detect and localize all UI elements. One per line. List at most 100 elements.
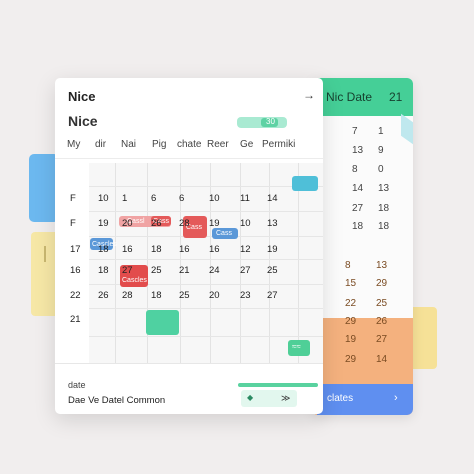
day-cell[interactable]: 18	[98, 244, 109, 255]
weekday-header: dir	[95, 139, 107, 150]
side-day-cell[interactable]: 22	[345, 298, 356, 309]
side-day-cell[interactable]: 18	[352, 221, 363, 232]
day-cell[interactable]: 25	[179, 290, 190, 301]
day-cell[interactable]: 19	[98, 218, 109, 229]
side-day-cell[interactable]: 18	[378, 203, 389, 214]
day-cell[interactable]: 1	[122, 193, 127, 204]
day-cell[interactable]: 16	[209, 244, 220, 255]
calendar-event-label: Cass	[216, 230, 232, 237]
calendar-event[interactable]	[146, 310, 179, 335]
calendar-window: Nice → Nice 30 My dir Nai Pig chate Reer Ge Per…	[55, 78, 323, 414]
side-day-cell[interactable]: 19	[345, 334, 356, 345]
day-cell[interactable]: 22	[70, 290, 81, 301]
side-day-cell[interactable]: 0	[378, 164, 384, 175]
footer-divider	[55, 363, 323, 364]
side-day-cell[interactable]: 27	[376, 334, 387, 345]
view-toggle-label: 30	[266, 117, 275, 126]
day-cell[interactable]: 12	[240, 244, 251, 255]
day-cell[interactable]: 10	[98, 193, 109, 204]
day-cell[interactable]: 20	[122, 218, 133, 229]
day-cell[interactable]: 27	[267, 290, 278, 301]
month-title: Nice	[68, 113, 98, 129]
side-day-cell[interactable]: 25	[376, 298, 387, 309]
side-day-cell[interactable]: 29	[345, 316, 356, 327]
side-day-cell[interactable]: 29	[376, 278, 387, 289]
weekday-divider	[55, 158, 323, 159]
side-panel-header: Nic Date 21	[312, 78, 413, 116]
side-panel-number: 21	[389, 90, 403, 104]
side-day-cell[interactable]: 8	[345, 260, 351, 271]
calendar-event[interactable]	[292, 176, 318, 191]
side-day-cell[interactable]: 27	[352, 203, 363, 214]
side-day-cell[interactable]: 9	[378, 145, 384, 156]
weekday-header: Ge	[240, 139, 254, 150]
side-day-cell[interactable]: 13	[378, 183, 389, 194]
day-cell[interactable]: 19	[267, 244, 278, 255]
day-cell[interactable]: 27	[122, 265, 133, 276]
day-cell[interactable]: 16	[70, 265, 81, 276]
weekday-header: Pig	[152, 139, 167, 150]
day-cell[interactable]: 18	[98, 265, 109, 276]
day-cell[interactable]: 16	[122, 244, 133, 255]
day-cell[interactable]: 26	[98, 290, 109, 301]
day-cell[interactable]: 6	[151, 193, 156, 204]
grid-row-line	[89, 186, 323, 187]
side-day-cell[interactable]: 26	[376, 316, 387, 327]
side-day-cell[interactable]: 18	[378, 221, 389, 232]
side-day-cell[interactable]: 1	[378, 126, 384, 137]
grid-column-line	[298, 163, 299, 363]
day-cell[interactable]: 28	[122, 290, 133, 301]
chevron-right-icon: ›	[394, 392, 398, 404]
arrow-right-icon[interactable]: →	[303, 88, 315, 102]
day-cell[interactable]: 24	[209, 265, 220, 276]
day-cell[interactable]: 11	[240, 193, 250, 204]
day-cell[interactable]: 21	[179, 265, 190, 276]
footer-progress	[238, 383, 318, 387]
forward-icon: ≫	[281, 393, 291, 403]
side-day-cell[interactable]: 29	[345, 354, 356, 365]
day-cell[interactable]: 6	[179, 193, 184, 204]
side-day-cell[interactable]: 13	[352, 145, 363, 156]
calendar-event[interactable]: Cass	[212, 228, 238, 239]
day-cell[interactable]: F	[70, 193, 76, 204]
day-cell[interactable]: 26	[151, 218, 162, 229]
day-cell[interactable]: 10	[209, 193, 220, 204]
side-day-cell[interactable]: 13	[376, 260, 387, 271]
weekday-header: My	[67, 139, 81, 150]
day-cell[interactable]: 18	[151, 290, 162, 301]
side-day-cell[interactable]: 8	[352, 164, 358, 175]
footer-action-chip[interactable]: ◆ ≫	[241, 390, 297, 407]
add-event-chip[interactable]: ≈≈	[288, 340, 310, 356]
side-panel-dates-button[interactable]: clates ›	[317, 384, 413, 415]
side-day-cell[interactable]: 15	[345, 278, 356, 289]
day-cell[interactable]: F	[70, 218, 76, 229]
day-cell[interactable]: 21	[70, 314, 81, 325]
side-panel-dates-label: clates	[327, 393, 354, 404]
day-cell[interactable]: 17	[70, 244, 81, 255]
day-cell[interactable]: 23	[240, 290, 251, 301]
diamond-icon: ◆	[247, 393, 254, 402]
weekday-header: Reer	[207, 139, 229, 150]
day-cell[interactable]: 18	[151, 244, 162, 255]
window-title: Nice	[68, 89, 96, 104]
day-cell[interactable]: 25	[267, 265, 278, 276]
day-cell[interactable]: 16	[179, 244, 190, 255]
weekday-header: Permiki	[262, 139, 296, 150]
grid-row-line	[89, 308, 323, 309]
weekday-header: chate	[177, 139, 202, 150]
day-cell[interactable]: 14	[267, 193, 278, 204]
day-cell[interactable]: 10	[240, 218, 251, 229]
grid-row-line	[89, 336, 323, 337]
side-day-cell[interactable]: 7	[352, 126, 358, 137]
day-cell[interactable]: 25	[151, 265, 162, 276]
day-cell[interactable]: 27	[240, 265, 251, 276]
side-panel-title: Nic Date	[326, 90, 373, 104]
side-day-cell[interactable]: 14	[352, 183, 363, 194]
day-cell[interactable]: 13	[267, 218, 278, 229]
side-day-cell[interactable]: 14	[376, 354, 387, 365]
day-cell[interactable]: 19	[209, 218, 220, 229]
weekday-header: Nai	[121, 139, 137, 150]
day-cell[interactable]: 20	[209, 290, 220, 301]
day-cell[interactable]: 28	[179, 218, 190, 229]
grid-row-line	[89, 259, 323, 260]
